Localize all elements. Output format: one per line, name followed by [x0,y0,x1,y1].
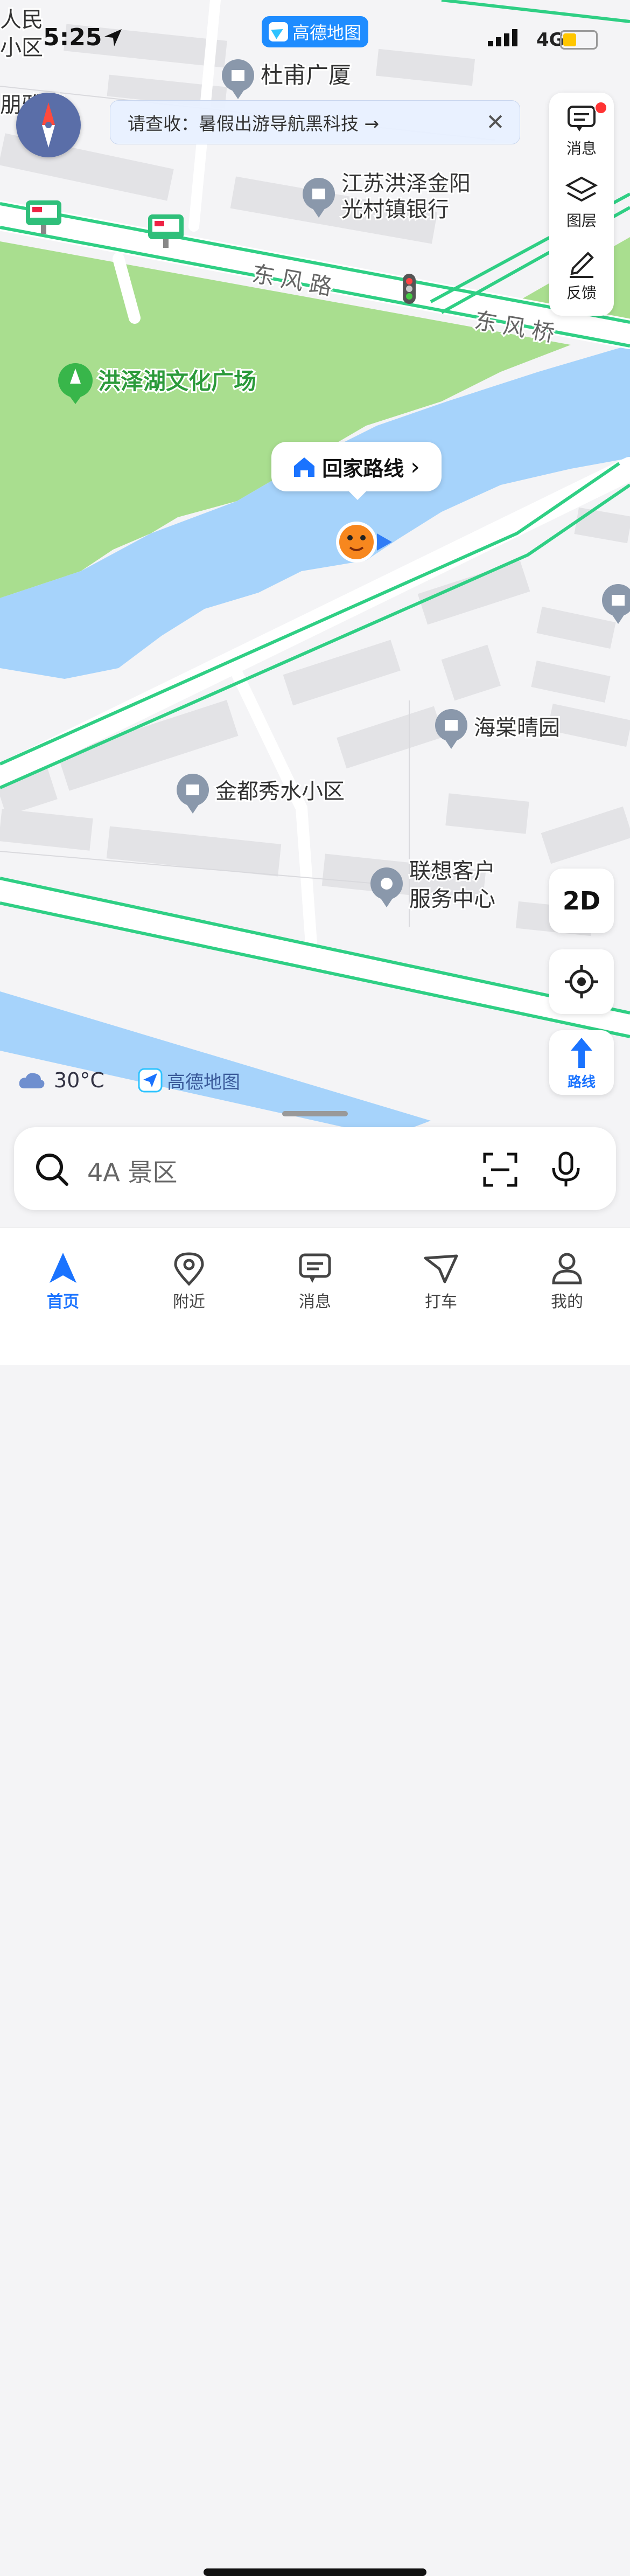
location-pin-icon [174,1252,204,1286]
search-icon [36,1154,68,1186]
layers-icon [565,176,598,202]
route-button[interactable]: 路线 [549,1030,614,1095]
compass-button[interactable] [16,93,81,157]
layers-label: 图层 [566,212,597,230]
promo-notice-bar[interactable]: 请查收：暑假出游导航黑科技 → ✕ [110,100,520,144]
close-icon[interactable]: ✕ [482,109,509,136]
label-bank-1: 江苏洪泽金阳 [341,172,471,196]
tab-label: 打车 [425,1293,457,1311]
view-mode-2d-button[interactable]: 2D [549,869,614,933]
label-lenovo-1: 联想客户 [409,859,495,883]
feedback-button[interactable]: 反馈 [549,237,614,307]
amap-brand: 高德地图 [138,1067,240,1094]
label-dupu: 杜甫广厦 [261,63,351,88]
message-icon [568,106,596,131]
label-bank-2: 光村镇银行 [341,198,449,221]
label-jindu: 金都秀水小区 [215,780,345,803]
tab-label: 消息 [299,1293,331,1311]
search-bar[interactable]: 4A 景区 [14,1127,616,1210]
tab-profile[interactable]: 我的 [527,1240,607,1315]
feedback-label: 反馈 [566,284,597,302]
unread-dot [594,101,607,114]
bottom-tab-bar: 首页 附近 消息 打车 我的 [0,1227,630,2576]
map-view[interactable]: 人民 小区 朋雅苑 杜甫广厦 江苏洪泽金阳 光村镇银行 东风路 东风桥 洪泽湖文… [0,0,630,1239]
notice-text: 请查收：暑假出游导航黑科技 → [128,113,380,134]
route-arrow-icon [571,1038,592,1068]
tab-label: 附近 [173,1293,205,1311]
navigation-arrow-icon [50,1253,76,1283]
search-input[interactable]: 4A 景区 [87,1153,177,1189]
label-top-left-2: 小区 [0,36,43,60]
weather-info[interactable]: 30°C [18,1067,104,1094]
drag-handle[interactable] [282,1111,348,1116]
tab-home[interactable]: 首页 [23,1240,103,1315]
home-icon [294,457,315,477]
label-top-left-1: 人民 [0,8,43,32]
taxi-icon [424,1254,458,1283]
tab-taxi[interactable]: 打车 [401,1240,481,1315]
map-side-panel: 消息 图层 反馈 [549,93,614,316]
compass-icon [42,102,55,148]
scan-icon[interactable] [481,1151,519,1189]
user-icon [552,1253,582,1284]
label-lenovo-2: 服务中心 [409,887,495,911]
tab-nearby[interactable]: 附近 [149,1240,229,1315]
locate-crosshair-icon [565,965,598,998]
tab-label: 首页 [47,1293,79,1311]
message-icon [299,1253,331,1283]
microphone-icon[interactable] [547,1151,585,1189]
brand-label: 高德地图 [167,1071,240,1093]
label-haitang: 海棠晴园 [474,716,560,740]
traffic-light-icon [403,274,416,304]
go-home-route-bubble[interactable]: 回家路线 › [271,442,442,500]
tab-label: 我的 [551,1293,583,1311]
messages-label: 消息 [566,140,597,157]
route-label: 路线 [567,1074,596,1091]
label-park: 洪泽湖文化广场 [98,369,256,394]
chevron-right-icon: › [410,453,420,481]
temperature: 30°C [54,1068,104,1092]
home-indicator [204,2568,426,2576]
locate-button[interactable] [549,949,614,1014]
messages-button[interactable]: 消息 [549,93,614,163]
cloud-icon [19,1073,45,1088]
tab-messages[interactable]: 消息 [275,1240,355,1315]
layers-button[interactable]: 图层 [549,165,614,235]
amap-logo-icon [138,1068,163,1093]
view-mode-label: 2D [562,886,601,915]
edit-feedback-icon [570,252,594,278]
go-home-label: 回家路线 [322,456,404,481]
